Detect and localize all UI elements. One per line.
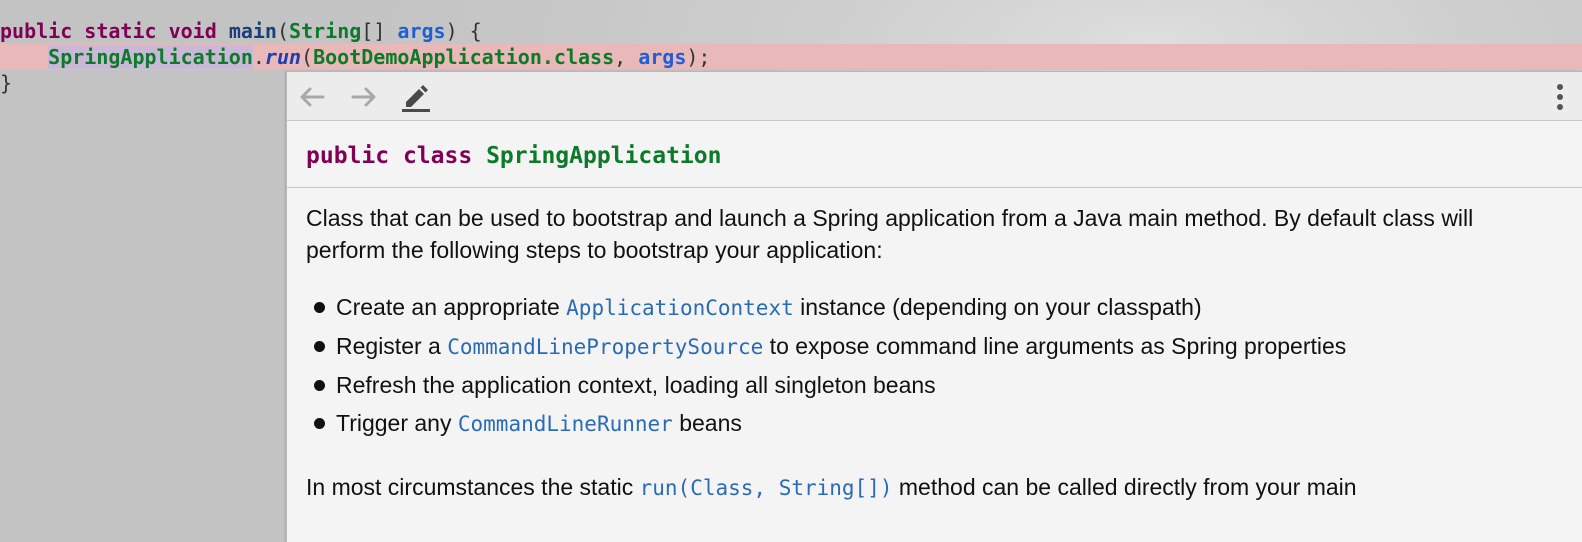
class-reference-springapplication[interactable]: SpringApplication: [48, 45, 253, 69]
signature-class-name: SpringApplication: [486, 143, 722, 169]
bullet-icon: [314, 418, 325, 429]
paren-semicolon: );: [686, 45, 711, 69]
static-method-run[interactable]: run: [265, 45, 301, 69]
code-line-1[interactable]: public static void main(String[] args) {: [0, 18, 1582, 44]
bullet-icon: [314, 380, 325, 391]
link-run-method[interactable]: run(Class, String[]): [640, 476, 893, 500]
documentation-body: Class that can be used to bootstrap and …: [306, 202, 1556, 504]
array-brackets: []: [361, 19, 398, 43]
list-item: Create an appropriate ApplicationContext…: [306, 290, 1556, 325]
arrow-left-icon: [300, 87, 325, 107]
list-item-text: Create an appropriate: [336, 294, 567, 320]
pencil-icon: [402, 85, 430, 112]
signature-keyword: class: [402, 143, 473, 169]
class-signature: public class SpringApplication: [306, 143, 721, 169]
closing-brace: }: [0, 71, 13, 95]
list-item-text: Refresh the application context, loading…: [336, 372, 936, 398]
edit-source-button[interactable]: [399, 80, 433, 114]
arrow-right-icon: [351, 87, 376, 107]
usage-paragraph: In most circumstances the static run(Cla…: [306, 471, 1556, 504]
back-button[interactable]: [295, 80, 329, 114]
comma: ,: [614, 45, 639, 69]
vertical-dots-icon: [1557, 84, 1563, 110]
description-paragraph: Class that can be used to bootstrap and …: [306, 205, 1474, 263]
list-item-text: Register a: [336, 333, 448, 359]
usage-text: method can be called directly from your …: [892, 474, 1357, 500]
list-item-text: beans: [672, 410, 742, 436]
forward-button[interactable]: [347, 80, 381, 114]
steps-list: Create an appropriate ApplicationContext…: [306, 290, 1556, 441]
code-line-2-highlighted[interactable]: SpringApplication.run(BootDemoApplicatio…: [0, 44, 1582, 70]
list-item: Register a CommandLinePropertySource to …: [306, 329, 1556, 364]
link-commandlinerunner[interactable]: CommandLineRunner: [458, 412, 673, 436]
arg-args[interactable]: args: [638, 45, 686, 69]
paren-open: (: [301, 45, 314, 69]
documentation-popup[interactable]: public class SpringApplication Class tha…: [286, 71, 1582, 542]
bullet-icon: [314, 302, 325, 313]
class-signature-header: public class SpringApplication: [287, 121, 1582, 188]
bullet-icon: [314, 341, 325, 352]
more-options-button[interactable]: [1546, 80, 1574, 114]
list-item: Trigger any CommandLineRunner beans: [306, 406, 1556, 441]
list-item-text: Trigger any: [336, 410, 458, 436]
dot: .: [252, 45, 265, 69]
link-commandlinepropertysource[interactable]: CommandLinePropertySource: [447, 335, 763, 359]
popup-toolbar: [287, 72, 1582, 121]
usage-text: In most circumstances the static: [306, 474, 640, 500]
signature-modifier: public: [306, 143, 390, 169]
type-string[interactable]: String: [289, 19, 361, 43]
method-name[interactable]: main: [229, 19, 277, 43]
paren-open: (: [276, 19, 290, 43]
paren-close-brace: ) {: [445, 19, 482, 43]
keyword-public: public: [0, 19, 73, 43]
list-item-text: to expose command line arguments as Spri…: [763, 333, 1347, 359]
param-args[interactable]: args: [397, 19, 445, 43]
link-applicationcontext[interactable]: ApplicationContext: [566, 296, 794, 320]
keyword-static: static: [84, 19, 157, 43]
list-item: Refresh the application context, loading…: [306, 368, 1556, 402]
list-item-text: instance (depending on your classpath): [793, 294, 1202, 320]
keyword-void: void: [168, 19, 217, 43]
class-literal[interactable]: BootDemoApplication.class: [313, 45, 614, 69]
